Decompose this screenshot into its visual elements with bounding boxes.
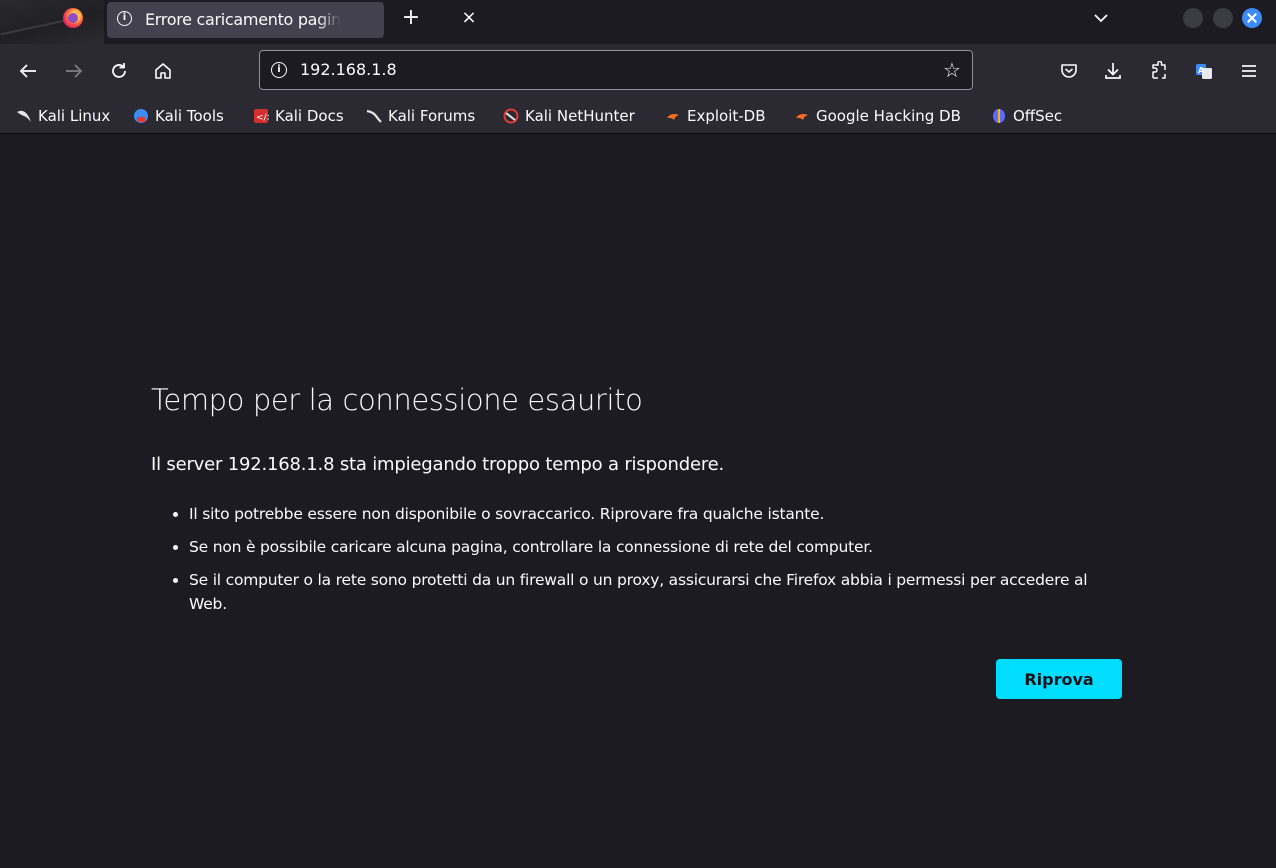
svg-text:</>: </>: [256, 113, 269, 123]
bookmark-google-hacking-db[interactable]: Google Hacking DB: [794, 106, 961, 126]
ghdb-icon: [796, 114, 808, 120]
forward-button[interactable]: [61, 58, 87, 84]
home-icon: [155, 63, 171, 79]
reload-button[interactable]: [106, 58, 132, 84]
kali-docs-icon: </>: [254, 109, 269, 123]
kali-dragon-icon: [17, 110, 31, 122]
firefox-logo-icon[interactable]: [63, 8, 83, 28]
page-content: Tempo per la connessione esaurito Il ser…: [0, 135, 1276, 868]
extensions-button[interactable]: [1146, 58, 1172, 84]
bookmark-label: OffSec: [1013, 107, 1063, 125]
list-all-tabs-button[interactable]: [1091, 6, 1111, 30]
back-button[interactable]: [15, 58, 41, 84]
url-bar[interactable]: i 192.168.1.8 ☆: [259, 50, 973, 90]
bookmarks-toolbar: Kali Linux Kali Tools </> Kali Docs Kali…: [0, 98, 1276, 134]
reload-icon: [112, 63, 126, 78]
home-button[interactable]: [150, 58, 176, 84]
download-icon: [1105, 63, 1121, 79]
arrow-right-icon: [66, 64, 83, 78]
bookmark-kali-tools[interactable]: Kali Tools: [133, 106, 224, 126]
bookmark-label: Kali Tools: [155, 107, 224, 125]
kali-forums-icon: [366, 109, 382, 123]
new-tab-button[interactable]: +: [401, 6, 421, 30]
list-item: Se non è possibile caricare alcuna pagin…: [189, 535, 1099, 559]
error-description: Il server 192.168.1.8 sta impiegando tro…: [151, 454, 725, 475]
app-menu-button[interactable]: [1236, 58, 1262, 84]
bookmark-label: Google Hacking DB: [816, 107, 961, 125]
downloads-button[interactable]: [1100, 58, 1126, 84]
close-window-button[interactable]: [1242, 8, 1262, 28]
bookmark-kali-docs[interactable]: </> Kali Docs: [253, 106, 344, 126]
minimize-button[interactable]: [1183, 8, 1203, 28]
nethunter-icon: [503, 108, 519, 124]
tab-active[interactable]: i Errore caricamento pagina ×: [107, 2, 477, 38]
tab-title: Errore caricamento pagina: [145, 10, 341, 29]
chevron-down-icon: [1094, 14, 1108, 23]
hamburger-menu-icon: [1242, 65, 1256, 77]
tab-strip: i Errore caricamento pagina × +: [0, 0, 1276, 44]
bookmark-kali-nethunter[interactable]: Kali NetHunter: [503, 106, 635, 126]
pocket-icon: [1061, 64, 1077, 78]
offsec-icon: [993, 109, 1005, 123]
error-title: Tempo per la connessione esaurito: [151, 383, 643, 417]
bookmark-exploit-db[interactable]: Exploit-DB: [665, 106, 766, 126]
svg-text:A: A: [1198, 66, 1205, 75]
info-icon: i: [117, 11, 132, 26]
retry-button[interactable]: Riprova: [996, 659, 1122, 699]
pocket-button[interactable]: [1056, 58, 1082, 84]
exploit-db-icon: [667, 114, 679, 120]
bookmark-kali-linux[interactable]: Kali Linux: [16, 106, 110, 126]
bookmark-label: Kali Forums: [388, 107, 476, 125]
bookmark-label: Kali NetHunter: [525, 107, 635, 125]
bookmark-kali-forums[interactable]: Kali Forums: [366, 106, 475, 126]
puzzle-icon: [1152, 61, 1166, 79]
tab-close-icon[interactable]: ×: [459, 8, 479, 28]
translate-button[interactable]: A: [1191, 58, 1217, 84]
maximize-button[interactable]: [1213, 8, 1233, 28]
window-decoration: [0, 0, 104, 44]
list-item: Il sito potrebbe essere non disponibile …: [189, 502, 1099, 526]
bookmark-label: Kali Docs: [275, 107, 344, 125]
list-item: Se il computer o la rete sono protetti d…: [189, 568, 1099, 616]
kali-tools-icon: [134, 109, 148, 123]
bookmark-offsec[interactable]: OffSec: [991, 106, 1062, 126]
arrow-left-icon: [19, 64, 36, 78]
bookmark-star-icon[interactable]: ☆: [940, 58, 964, 82]
bookmark-label: Exploit-DB: [687, 107, 766, 125]
url-input[interactable]: 192.168.1.8: [300, 60, 397, 80]
bookmark-label: Kali Linux: [38, 107, 111, 125]
translate-icon: A: [1196, 64, 1212, 79]
site-info-icon[interactable]: i: [271, 62, 287, 78]
navigation-toolbar: i 192.168.1.8 ☆ A: [0, 44, 1276, 98]
error-suggestions: Il sito potrebbe essere non disponibile …: [171, 502, 1099, 625]
